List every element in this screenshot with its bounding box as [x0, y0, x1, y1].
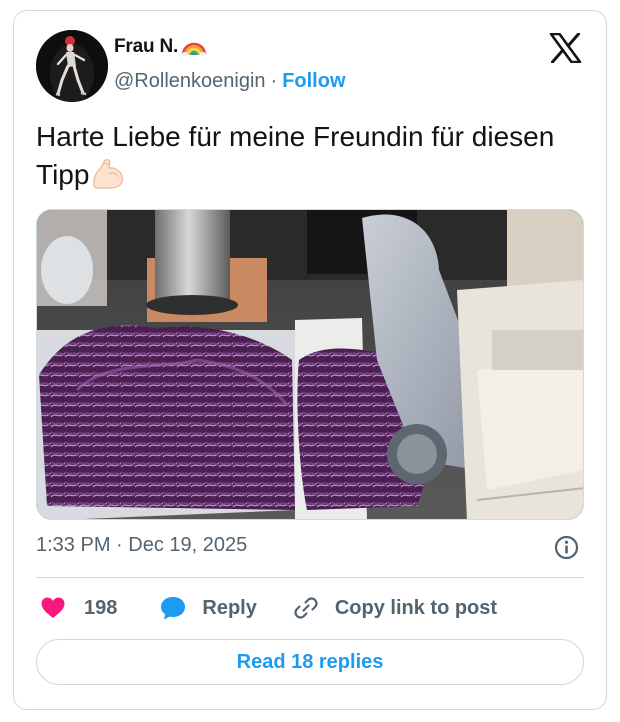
copy-link-button[interactable]: Copy link to post: [291, 595, 497, 621]
author-handle[interactable]: @Rollenkoenigin: [114, 70, 266, 93]
separator-dot: ·: [270, 70, 278, 92]
read-replies-label[interactable]: Read 18 replies: [237, 651, 384, 674]
link-icon[interactable]: [291, 595, 319, 621]
copy-link-label[interactable]: Copy link to post: [335, 597, 497, 620]
red-cabbage-slicer-photo: [37, 210, 583, 519]
reply-button[interactable]: Reply: [159, 595, 257, 621]
tweet-text: Harte Liebe für meine Freundin für diese…: [36, 118, 576, 194]
speech-bubble-icon[interactable]: [159, 595, 187, 621]
reply-label[interactable]: Reply: [202, 597, 256, 620]
like-count: 198: [84, 596, 118, 619]
tweet-timestamp[interactable]: 1:33 PM · Dec 19, 2025: [36, 534, 247, 557]
follow-button[interactable]: Follow: [282, 70, 345, 93]
heart-icon[interactable]: [40, 596, 66, 620]
like-button[interactable]: 198: [40, 596, 117, 620]
author-name-row[interactable]: Frau N.: [114, 36, 207, 58]
rainbow-icon: [181, 42, 207, 56]
author-handle-row: @Rollenkoenigin · Follow: [114, 70, 346, 93]
divider: [36, 577, 584, 578]
tweet-media-photo[interactable]: [36, 209, 584, 520]
avatar-image: [36, 30, 108, 102]
flexed-biceps-icon: [93, 159, 124, 189]
author-display-name[interactable]: Frau N.: [114, 36, 178, 58]
timestamp-text[interactable]: 1:33 PM · Dec 19, 2025: [36, 534, 247, 557]
read-replies-button[interactable]: Read 18 replies: [36, 639, 584, 685]
x-logo-icon[interactable]: [549, 33, 582, 63]
info-icon[interactable]: [554, 535, 579, 560]
avatar[interactable]: [36, 30, 108, 102]
action-bar: 198 Reply Copy link to post: [40, 594, 497, 622]
